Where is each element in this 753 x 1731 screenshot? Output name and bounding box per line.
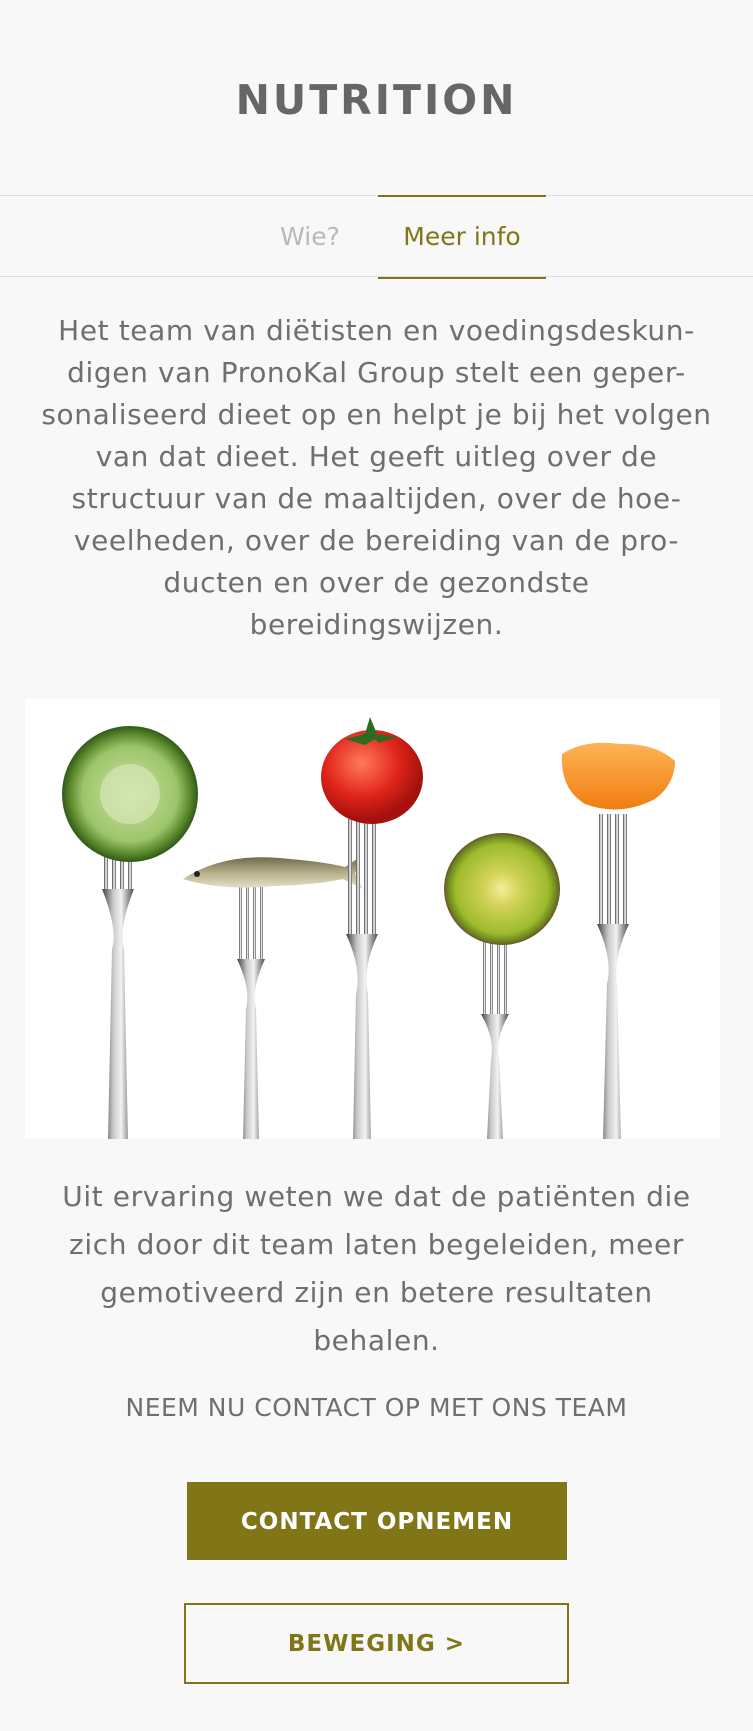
kiwi-icon: [444, 833, 560, 945]
outro-paragraph: Uit ervaring weten we dat de patiënten d…: [62, 1180, 691, 1357]
fish-icon: [183, 857, 363, 889]
contact-button[interactable]: CONTACT OPNEMEN: [187, 1482, 567, 1560]
mandarin-icon: [561, 742, 675, 810]
page: NUTRITION Wie? Meer info Het team van di…: [0, 0, 753, 1731]
fork-5-icon: [597, 814, 629, 1139]
beweging-button[interactable]: BEWEGING >: [184, 1603, 569, 1684]
contact-heading: NEEM NU CONTACT OP MET ONS TEAM: [125, 1393, 628, 1422]
forks-food-image: [25, 699, 720, 1139]
cucumber-icon: [62, 726, 198, 862]
tab-meer-info[interactable]: Meer info: [378, 195, 546, 279]
fork-2-icon: [237, 884, 265, 1139]
tab-bar: Wie? Meer info: [0, 195, 753, 279]
intro-paragraph: Het team van diëtisten en voedingsdeskun…: [41, 314, 712, 641]
fork-3-icon: [346, 819, 378, 1139]
tomato-icon: [321, 717, 423, 824]
fork-4-icon: [481, 929, 509, 1139]
tab-wie[interactable]: Wie?: [255, 196, 365, 278]
page-title: NUTRITION: [235, 76, 518, 124]
fork-1-icon: [102, 829, 134, 1139]
